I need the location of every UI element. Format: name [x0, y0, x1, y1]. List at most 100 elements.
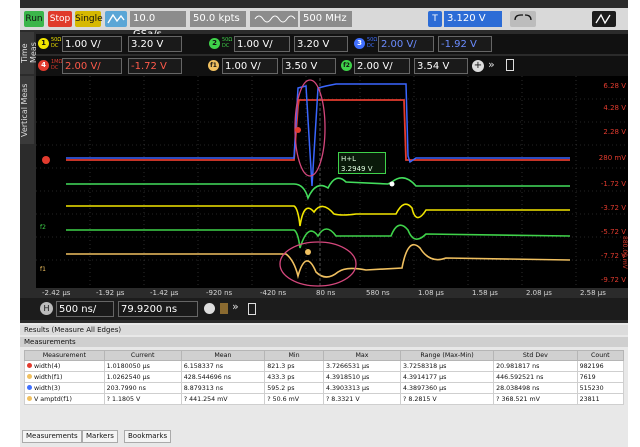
function-2-marker[interactable]: f2	[40, 224, 46, 231]
run-button[interactable]: Run	[24, 11, 44, 27]
x-tick-label: -420 ns	[260, 289, 287, 297]
channel-1-offset[interactable]: 3.20 V	[128, 36, 182, 52]
x-tick-label: -920 ns	[206, 289, 233, 297]
table-cell: 8.879313 ns	[180, 382, 266, 394]
bookmark-icon[interactable]	[220, 303, 228, 314]
column-header: Count	[576, 350, 625, 361]
more-icon[interactable]: »	[488, 58, 495, 71]
horizontal-badge[interactable]: H	[40, 302, 53, 315]
channel-2-offset[interactable]: 3.20 V	[294, 36, 348, 52]
table-cell: 4.3914177 μs	[400, 371, 495, 383]
column-header: Mean	[180, 350, 266, 361]
channel-1-badge[interactable]: 1	[38, 38, 49, 49]
channel-4-coupling: 1MΩ DC	[51, 59, 63, 71]
table-cell: 595.2 ps	[264, 382, 324, 394]
channel-3-scale[interactable]: 2.00 V/	[378, 36, 434, 52]
trigger-icon[interactable]: T	[428, 11, 442, 27]
series-color-dot	[27, 374, 32, 379]
x-tick-label: 80 ns	[316, 289, 336, 297]
table-row[interactable]: width(4) 1.0180050 μs 6.158337 ns 821.3 …	[24, 360, 625, 372]
table-cell: 446.592521 ns	[493, 371, 578, 383]
tab-bookmarks[interactable]: Bookmarks	[124, 430, 172, 443]
tab-measurements[interactable]: Measurements	[22, 430, 82, 443]
table-cell: 433.3 ps	[264, 371, 324, 383]
channel-4-ground-marker[interactable]	[42, 156, 50, 164]
channel-row-2: 4 1MΩ DC 2.00 V/ -1.72 V f1 1.00 V/ 3.50…	[36, 56, 628, 76]
waveform-display[interactable]: f2 f1 H+L 3.2949 V 880.00 mV 6.28 V 4.28…	[36, 76, 628, 288]
table-cell: 20.981817 ns	[493, 360, 578, 372]
right-scale-label: 6.28 V	[603, 82, 626, 90]
right-scale-label: -9.72 V	[600, 276, 626, 284]
table-cell: 7619	[576, 371, 625, 383]
undo-redo-icon[interactable]	[510, 11, 536, 27]
results-title: Results (Measure All Edges)	[20, 325, 628, 335]
table-row[interactable]: V amptd(f1) ? 1.1805 V ? 441.254 mV ? 50…	[24, 393, 625, 405]
table-row[interactable]: width(f1) 1.0262540 μs 428.544696 ns 433…	[24, 371, 625, 383]
table-cell: 28.038498 ns	[493, 382, 578, 394]
function-2-scale[interactable]: 2.00 V/	[354, 58, 410, 74]
channel-4-offset[interactable]: -1.72 V	[128, 58, 182, 74]
channel-4-badge[interactable]: 4	[38, 60, 49, 71]
function-1-badge[interactable]: f1	[208, 60, 219, 71]
channel-1-scale[interactable]: 1.00 V/	[62, 36, 122, 52]
function-1-marker[interactable]: f1	[40, 266, 46, 273]
table-cell: 6.158337 ns	[180, 360, 266, 372]
more-timebase-icon[interactable]: »	[232, 300, 239, 313]
right-scale-label: -7.72 V	[600, 252, 626, 260]
analysis-icon[interactable]	[592, 11, 616, 27]
channel-3-badge[interactable]: 3	[354, 38, 365, 49]
time-meas-tab[interactable]: Time Meas	[20, 32, 38, 74]
right-scale-label: -5.72 V	[600, 228, 626, 236]
function-1-scale[interactable]: 1.00 V/	[222, 58, 278, 74]
timebase-scale[interactable]: 500 ns/	[56, 301, 114, 317]
scope-window: Run Stop Single 10.0 GSa/s 50.0 kpts 500…	[20, 0, 628, 447]
pin-icon[interactable]	[506, 59, 514, 71]
waveform-icon	[250, 11, 298, 27]
vertical-meas-tab[interactable]: Vertical Meas	[20, 76, 34, 144]
table-cell: 3.7266531 μs	[322, 360, 402, 372]
add-channel-icon[interactable]: +	[472, 60, 484, 72]
function-2-badge[interactable]: f2	[341, 60, 352, 71]
memory-depth-field[interactable]: 50.0 kpts	[190, 11, 246, 27]
zoom-icon[interactable]	[204, 303, 215, 314]
table-cell: 3.7258318 μs	[400, 360, 495, 372]
table-cell: 203.7990 ns	[103, 382, 182, 394]
column-header: Min	[264, 350, 324, 361]
table-cell: ? 1.1805 V	[103, 393, 182, 405]
stop-button[interactable]: Stop	[48, 11, 72, 27]
autoscale-icon[interactable]	[105, 11, 127, 27]
measurement-name: width(3)	[34, 384, 61, 392]
channel-1-coupling: 50Ω DC	[51, 37, 62, 49]
bandwidth-field[interactable]: 500 MHz	[300, 11, 352, 27]
single-button[interactable]: Single	[75, 11, 103, 27]
channel-2-badge[interactable]: 2	[209, 38, 220, 49]
table-cell: 1.0180050 μs	[103, 360, 182, 372]
channel-2-coupling: 50Ω DC	[222, 37, 233, 49]
table-cell: 23811	[576, 393, 625, 405]
function-1-offset[interactable]: 3.50 V	[282, 58, 336, 74]
measurements-table: Measurement Current Mean Min Max Range (…	[24, 350, 625, 405]
trigger-level-field[interactable]: 3.120 V	[444, 11, 502, 27]
column-header: Std Dev	[493, 350, 578, 361]
timebase-delay[interactable]: 79.9200 ns	[118, 301, 198, 317]
x-tick-label: 2.58 μs	[580, 289, 606, 297]
measurement-name: width(f1)	[34, 373, 63, 381]
channel-3-offset[interactable]: -1.92 V	[438, 36, 492, 52]
table-cell: 4.3897360 μs	[400, 382, 495, 394]
table-row[interactable]: width(3) 203.7990 ns 8.879313 ns 595.2 p…	[24, 382, 625, 394]
table-cell: ? 8.2815 V	[400, 393, 495, 405]
series-color-dot	[27, 396, 32, 401]
table-cell: 515230	[576, 382, 625, 394]
timebase-pin-icon[interactable]	[248, 303, 256, 315]
top-toolbar: Run Stop Single 10.0 GSa/s 50.0 kpts 500…	[20, 8, 628, 40]
tab-markers[interactable]: Markers	[82, 430, 118, 443]
right-scale-label: 2.28 V	[603, 128, 626, 136]
sample-rate-field[interactable]: 10.0 GSa/s	[130, 11, 186, 40]
series-color-dot	[27, 385, 32, 390]
function-2-offset[interactable]: 3.54 V	[414, 58, 468, 74]
channel-2-scale[interactable]: 1.00 V/	[234, 36, 290, 52]
x-tick-label: -1.42 μs	[150, 289, 179, 297]
column-header: Range (Max-Min)	[400, 350, 495, 361]
right-scale-label: -3.72 V	[600, 204, 626, 212]
channel-4-scale[interactable]: 2.00 V/	[62, 58, 122, 74]
